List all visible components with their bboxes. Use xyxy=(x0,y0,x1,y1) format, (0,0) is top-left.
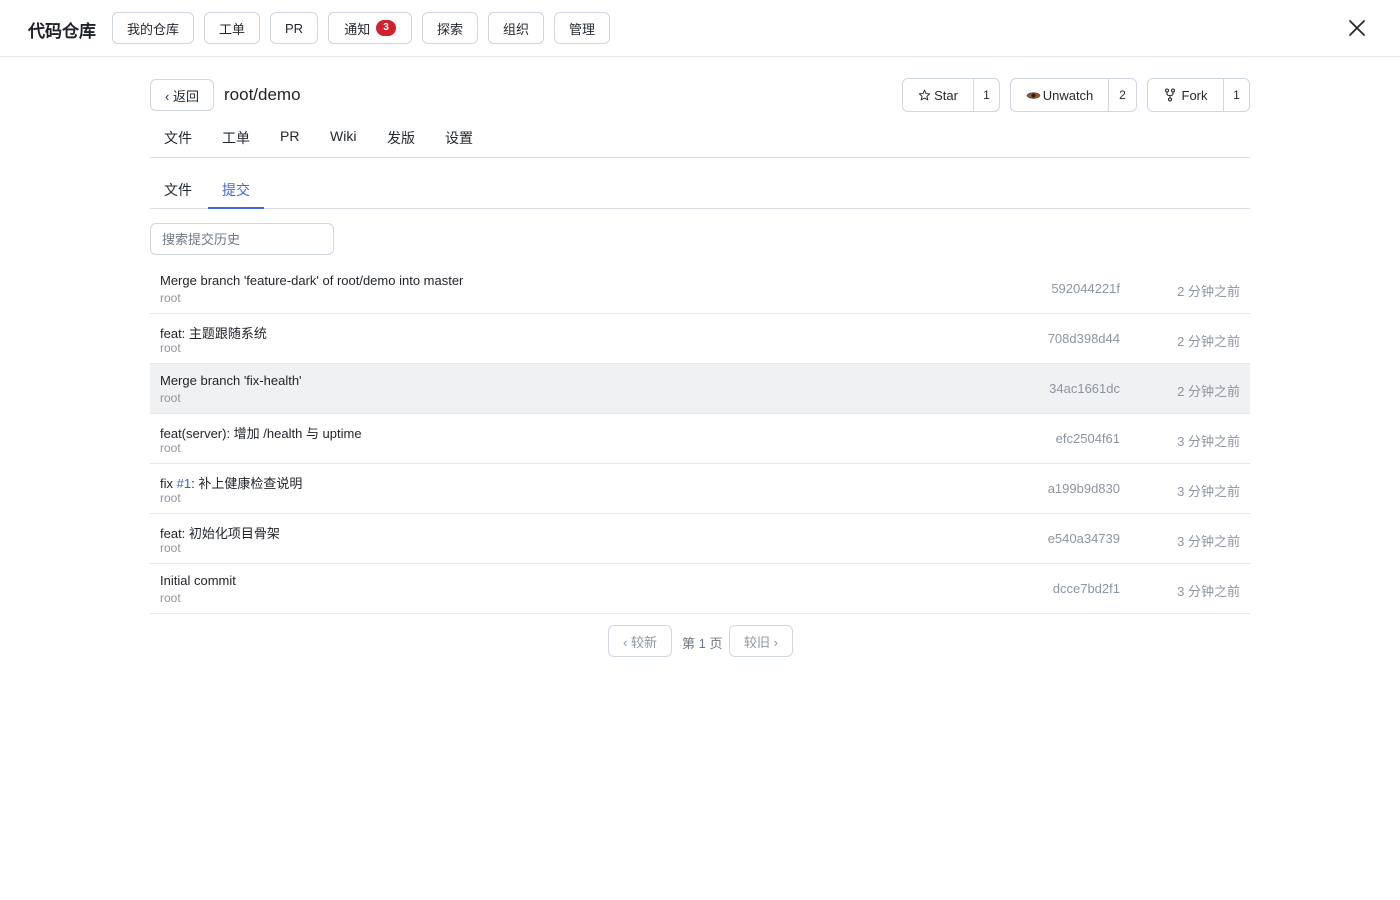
nav-my-repos-button[interactable]: 我的仓库 xyxy=(112,12,194,44)
commit-time: 3 分钟之前 xyxy=(1177,484,1240,499)
commit-message: feat(server): 增加 /health 与 uptime xyxy=(160,426,362,441)
commit-author: root xyxy=(160,541,181,555)
unwatch-label: Unwatch xyxy=(1042,87,1094,103)
commit-author: root xyxy=(160,291,181,305)
fork-label: Fork xyxy=(1181,87,1208,103)
star-label: Star xyxy=(934,87,958,103)
nav-label: PR xyxy=(284,20,304,36)
commit-message: Merge branch 'fix-health' xyxy=(160,373,302,388)
commit-row[interactable]: fix #1: 补上健康检查说明 root a199b9d830 3 分钟之前 xyxy=(150,464,1250,514)
commit-sha[interactable]: 708d398d44 xyxy=(1048,331,1120,346)
nav-orgs-button[interactable]: 组织 xyxy=(488,12,544,44)
commit-message: Merge branch 'feature-dark' of root/demo… xyxy=(160,273,464,288)
commit-time: 2 分钟之前 xyxy=(1177,334,1240,349)
issue-link[interactable]: #1 xyxy=(177,476,191,491)
commit-author: root xyxy=(160,341,181,355)
fork-button[interactable]: Fork xyxy=(1148,79,1224,111)
commit-message: feat: 初始化项目骨架 xyxy=(160,526,280,541)
commit-sha[interactable]: e540a34739 xyxy=(1048,531,1120,546)
unwatch-button[interactable]: Unwatch xyxy=(1011,79,1109,111)
back-button[interactable]: ‹ 返回 xyxy=(150,79,214,111)
code-sub-tabs: 文件 提交 xyxy=(150,170,1250,209)
subtab-files[interactable]: 文件 xyxy=(164,180,192,209)
commit-row[interactable]: Merge branch 'fix-health' root 34ac1661d… xyxy=(150,364,1250,414)
nav-label: 组织 xyxy=(502,21,529,37)
commit-row[interactable]: Initial commit root dcce7bd2f1 3 分钟之前 xyxy=(150,564,1250,614)
commit-author: root xyxy=(160,391,181,405)
commit-time: 3 分钟之前 xyxy=(1177,584,1240,599)
nav-pr-button[interactable]: PR xyxy=(270,12,318,44)
commit-message-prefix: fix xyxy=(160,476,177,491)
commit-author: root xyxy=(160,491,181,505)
nav-notifications-button[interactable]: 通知 3 xyxy=(328,12,412,44)
page-indicator: 第 1 页 xyxy=(682,636,723,651)
app-title: 代码仓库 xyxy=(28,22,96,41)
commit-search-input[interactable] xyxy=(150,223,334,255)
subtab-commits[interactable]: 提交 xyxy=(208,180,264,209)
newer-page-button[interactable]: ‹ 较新 xyxy=(608,625,672,657)
star-button[interactable]: Star xyxy=(903,79,974,111)
fork-button-group: Fork 1 xyxy=(1147,78,1250,112)
nav-admin-button[interactable]: 管理 xyxy=(554,12,610,44)
commit-row[interactable]: feat: 主题跟随系统 root 708d398d44 2 分钟之前 xyxy=(150,314,1250,364)
tab-issues[interactable]: 工单 xyxy=(222,128,250,148)
notification-count-badge: 3 xyxy=(376,20,396,36)
nav-label: 探索 xyxy=(436,21,463,37)
commit-message-suffix: : 补上健康检查说明 xyxy=(191,476,303,491)
commit-row[interactable]: feat: 初始化项目骨架 root e540a34739 3 分钟之前 xyxy=(150,514,1250,564)
nav-issues-button[interactable]: 工单 xyxy=(204,12,260,44)
tab-files[interactable]: 文件 xyxy=(164,128,192,148)
eye-icon xyxy=(1026,91,1041,99)
older-page-button[interactable]: 较旧 › xyxy=(729,625,793,657)
commit-row[interactable]: feat(server): 增加 /health 与 uptime root e… xyxy=(150,414,1250,464)
nav-explore-button[interactable]: 探索 xyxy=(422,12,478,44)
commit-list: Merge branch 'feature-dark' of root/demo… xyxy=(150,264,1250,614)
star-count[interactable]: 1 xyxy=(974,79,999,111)
watch-count[interactable]: 2 xyxy=(1109,79,1136,111)
tab-releases[interactable]: 发版 xyxy=(387,128,415,148)
commit-message: Initial commit xyxy=(160,573,236,588)
fork-count[interactable]: 1 xyxy=(1224,79,1249,111)
nav-label: 通知 xyxy=(344,21,371,37)
commit-sha[interactable]: 34ac1661dc xyxy=(1049,381,1120,396)
nav-label: 工单 xyxy=(218,21,245,37)
star-button-group: Star 1 xyxy=(902,78,1000,112)
tab-settings[interactable]: 设置 xyxy=(445,128,473,148)
commit-author: root xyxy=(160,441,181,455)
commit-row[interactable]: Merge branch 'feature-dark' of root/demo… xyxy=(150,264,1250,314)
watch-button-group: Unwatch 2 xyxy=(1010,78,1137,112)
commit-time: 3 分钟之前 xyxy=(1177,534,1240,549)
star-icon xyxy=(918,89,931,100)
repo-name: root/demo xyxy=(224,85,301,104)
nav-label: 我的仓库 xyxy=(126,21,179,37)
commit-time: 3 分钟之前 xyxy=(1177,434,1240,449)
commit-message: feat: 主题跟随系统 xyxy=(160,326,267,341)
commit-author: root xyxy=(160,591,181,605)
fork-icon xyxy=(1164,88,1175,102)
commit-sha[interactable]: efc2504f61 xyxy=(1056,431,1120,446)
commit-sha[interactable]: dcce7bd2f1 xyxy=(1053,581,1120,596)
nav-label: 管理 xyxy=(568,21,595,37)
repo-tabs: 文件 工单 PR Wiki 发版 设置 xyxy=(150,118,1250,158)
commit-time: 2 分钟之前 xyxy=(1177,284,1240,299)
tab-wiki[interactable]: Wiki xyxy=(330,128,356,144)
commit-sha[interactable]: a199b9d830 xyxy=(1048,481,1120,496)
top-bar: 代码仓库 我的仓库 工单 PR 通知 3 探索 组织 管理 xyxy=(0,0,1400,57)
commit-sha[interactable]: 592044221f xyxy=(1051,281,1120,296)
commit-message: fix #1: 补上健康检查说明 xyxy=(160,473,302,492)
commit-time: 2 分钟之前 xyxy=(1177,384,1240,399)
close-icon[interactable] xyxy=(1345,16,1369,40)
tab-pr[interactable]: PR xyxy=(280,128,299,144)
